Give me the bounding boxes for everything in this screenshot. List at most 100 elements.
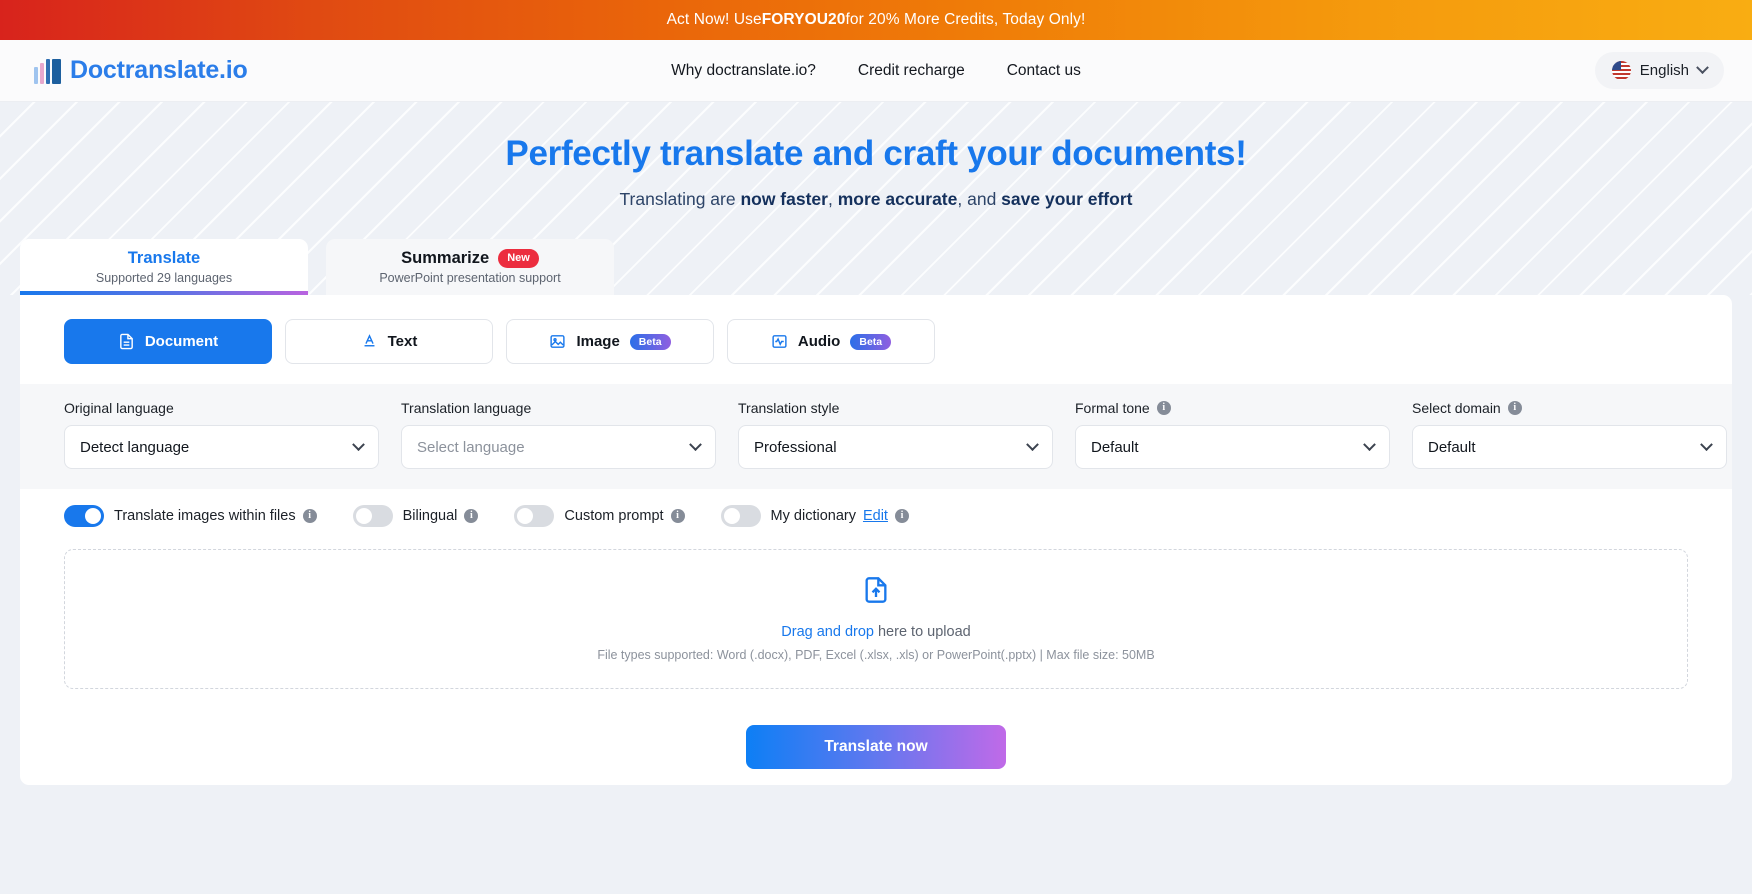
field-select-domain-label: Select domain xyxy=(1412,400,1501,416)
mode-button-text-label: Text xyxy=(387,333,418,350)
mode-button-text[interactable]: Text xyxy=(285,319,493,364)
toggle-custom-prompt-label: Custom prompt xyxy=(564,508,664,524)
chevron-down-icon xyxy=(352,437,365,451)
toggle-my-dictionary-label: My dictionary xyxy=(770,508,856,524)
toggle-switch[interactable] xyxy=(514,505,555,527)
field-translation-style-label: Translation style xyxy=(738,400,840,416)
select-original-language-value: Detect language xyxy=(80,438,190,456)
file-dropzone[interactable]: Drag and drop here to upload File types … xyxy=(64,549,1688,689)
translate-now-button[interactable]: Translate now xyxy=(746,725,1006,769)
tab-summarize-sub: PowerPoint presentation support xyxy=(379,271,561,286)
subtitle-part-2: , xyxy=(827,189,838,209)
badge-new: New xyxy=(498,248,539,269)
audio-icon xyxy=(771,333,788,350)
nav-link-credit-recharge[interactable]: Credit recharge xyxy=(858,62,965,80)
subtitle-part-1: Translating are xyxy=(619,189,741,209)
field-translation-style: Translation style Professional xyxy=(738,400,1053,469)
edit-dictionary-link[interactable]: Edit xyxy=(863,508,888,524)
logo-text: Doctranslate.io xyxy=(70,56,248,84)
us-flag-icon xyxy=(1611,61,1631,80)
page-title: Perfectly translate and craft your docum… xyxy=(505,134,1247,173)
main-nav: Why doctranslate.io? Credit recharge Con… xyxy=(671,62,1081,80)
tab-translate-sub: Supported 29 languages xyxy=(95,271,233,285)
info-icon[interactable]: i xyxy=(670,509,685,523)
promo-suffix: for 20% More Credits, Today Only! xyxy=(845,11,1086,28)
select-translation-style[interactable]: Professional xyxy=(738,425,1053,469)
logo[interactable]: Doctranslate.io xyxy=(34,56,248,85)
select-translation-language-value: Select language xyxy=(417,438,525,456)
field-select-domain: Select domain i Default xyxy=(1412,400,1727,469)
promo-code: FORYOU20 xyxy=(761,11,846,28)
toggle-switch[interactable] xyxy=(720,505,761,527)
options-row: Original language Detect language Transl… xyxy=(20,384,1732,489)
file-upload-icon xyxy=(862,576,890,609)
mode-button-audio[interactable]: Audio Beta xyxy=(727,319,935,364)
nav-link-why[interactable]: Why doctranslate.io? xyxy=(671,62,816,80)
field-formal-tone: Formal tone i Default xyxy=(1075,400,1390,469)
mode-button-image-label: Image xyxy=(576,333,620,350)
toggle-bilingual[interactable]: Bilingual i xyxy=(335,505,497,527)
chevron-down-icon xyxy=(1363,437,1376,451)
toggle-switch[interactable] xyxy=(352,505,393,527)
select-domain-value: Default xyxy=(1428,438,1476,456)
dropzone-title: Drag and drop here to upload xyxy=(781,624,970,640)
tab-translate-label: Translate xyxy=(127,249,201,267)
mode-button-document[interactable]: Document xyxy=(64,319,272,364)
toggle-translate-images[interactable]: Translate images within files i xyxy=(64,505,335,527)
document-icon xyxy=(118,333,135,350)
badge-beta-audio: Beta xyxy=(850,333,892,350)
subtitle-bold-2: more accurate xyxy=(837,189,958,209)
promo-banner[interactable]: Act Now! Use FORYOU20 for 20% More Credi… xyxy=(0,0,1752,40)
chevron-down-icon xyxy=(1700,437,1713,451)
select-domain[interactable]: Default xyxy=(1412,425,1727,469)
info-icon[interactable]: i xyxy=(464,509,479,523)
select-translation-language[interactable]: Select language xyxy=(401,425,716,469)
toggle-switch[interactable] xyxy=(64,505,104,527)
subtitle-part-3: , and xyxy=(957,189,1002,209)
cta-row: Translate now xyxy=(20,725,1732,769)
mode-button-image[interactable]: Image Beta xyxy=(506,319,714,364)
field-translation-language-label: Translation language xyxy=(401,400,532,416)
field-original-language: Original language Detect language xyxy=(64,400,379,469)
info-icon[interactable]: i xyxy=(1507,401,1522,415)
tab-translate[interactable]: Translate Supported 29 languages xyxy=(20,239,308,295)
language-label: English xyxy=(1639,62,1689,79)
chevron-down-icon xyxy=(1696,61,1709,75)
text-icon xyxy=(361,333,378,350)
toggle-my-dictionary[interactable]: My dictionary Edit i xyxy=(703,505,927,527)
nav-link-contact-us[interactable]: Contact us xyxy=(1007,62,1081,80)
input-type-buttons: Document Text Image Beta Audio Beta xyxy=(20,319,1732,364)
image-icon xyxy=(549,333,566,350)
field-formal-tone-label: Formal tone xyxy=(1075,400,1150,416)
page-subtitle: Translating are now faster, more accurat… xyxy=(0,189,1752,210)
dropzone-link[interactable]: Drag and drop xyxy=(781,624,874,640)
select-formal-tone[interactable]: Default xyxy=(1075,425,1390,469)
language-selector[interactable]: English xyxy=(1594,52,1724,89)
mode-button-document-label: Document xyxy=(144,333,219,350)
subtitle-bold-1: now faster xyxy=(740,189,828,209)
translate-panel: Document Text Image Beta Audio Beta Orig… xyxy=(20,295,1732,785)
logo-mark-icon xyxy=(34,58,61,84)
subtitle-bold-3: save your effort xyxy=(1001,189,1133,209)
toggle-custom-prompt[interactable]: Custom prompt i xyxy=(496,505,702,527)
select-original-language[interactable]: Detect language xyxy=(64,425,379,469)
chevron-down-icon xyxy=(689,437,702,451)
info-icon[interactable]: i xyxy=(302,509,317,523)
tab-summarize-label: Summarize xyxy=(401,249,490,267)
promo-prefix: Act Now! Use xyxy=(666,11,762,28)
site-header: Doctranslate.io Why doctranslate.io? Cre… xyxy=(0,40,1752,102)
mode-button-audio-label: Audio xyxy=(797,333,841,350)
feature-toggles: Translate images within files i Bilingua… xyxy=(20,489,1732,527)
field-original-language-label: Original language xyxy=(64,400,174,416)
select-translation-style-value: Professional xyxy=(754,438,837,456)
toggle-bilingual-label: Bilingual xyxy=(402,508,458,524)
field-translation-language: Translation language Select language xyxy=(401,400,716,469)
info-icon[interactable]: i xyxy=(894,509,909,523)
select-formal-tone-value: Default xyxy=(1091,438,1139,456)
tab-summarize[interactable]: Summarize New PowerPoint presentation su… xyxy=(326,239,614,295)
dropzone-title-rest: here to upload xyxy=(873,624,971,640)
info-icon[interactable]: i xyxy=(1156,401,1171,415)
mode-tabs: Translate Supported 29 languages Summari… xyxy=(0,210,1752,295)
chevron-down-icon xyxy=(1026,437,1039,451)
hero-section: Perfectly translate and craft your docum… xyxy=(0,102,1752,295)
